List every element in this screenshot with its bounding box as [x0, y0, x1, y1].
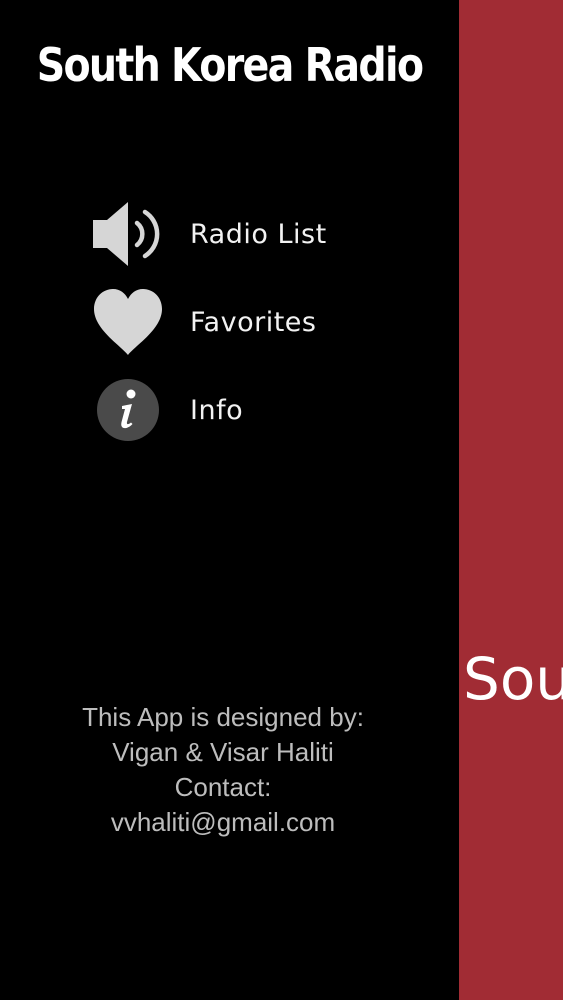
- main-title-partial: Sou: [463, 645, 563, 713]
- credits-contact-label: Contact:: [174, 772, 272, 802]
- menu-label-radio-list: Radio List: [190, 218, 327, 250]
- credits-designed-by: This App is designed by:: [82, 702, 364, 732]
- speaker-icon: [90, 199, 166, 269]
- drawer-menu: Radio List Favorites Info: [90, 190, 430, 454]
- navigation-drawer: South Korea Radio Radio List Favorites I…: [0, 0, 459, 1000]
- credits: This App is designed by: Vigan & Visar H…: [0, 700, 446, 840]
- menu-item-radio-list[interactable]: Radio List: [90, 190, 430, 278]
- credits-authors: Vigan & Visar Haliti: [112, 737, 334, 767]
- heart-icon: [90, 287, 166, 357]
- menu-label-favorites: Favorites: [190, 306, 317, 338]
- info-icon: [90, 375, 166, 445]
- credits-email[interactable]: vvhaliti@gmail.com: [0, 805, 446, 840]
- menu-item-favorites[interactable]: Favorites: [90, 278, 430, 366]
- app-title: South Korea Radio: [36, 38, 424, 92]
- screen: South Korea Radio Radio List Favorites I…: [0, 0, 563, 1000]
- menu-item-info[interactable]: Info: [90, 366, 430, 454]
- menu-label-info: Info: [190, 394, 244, 426]
- main-content-panel[interactable]: Sou: [459, 0, 563, 1000]
